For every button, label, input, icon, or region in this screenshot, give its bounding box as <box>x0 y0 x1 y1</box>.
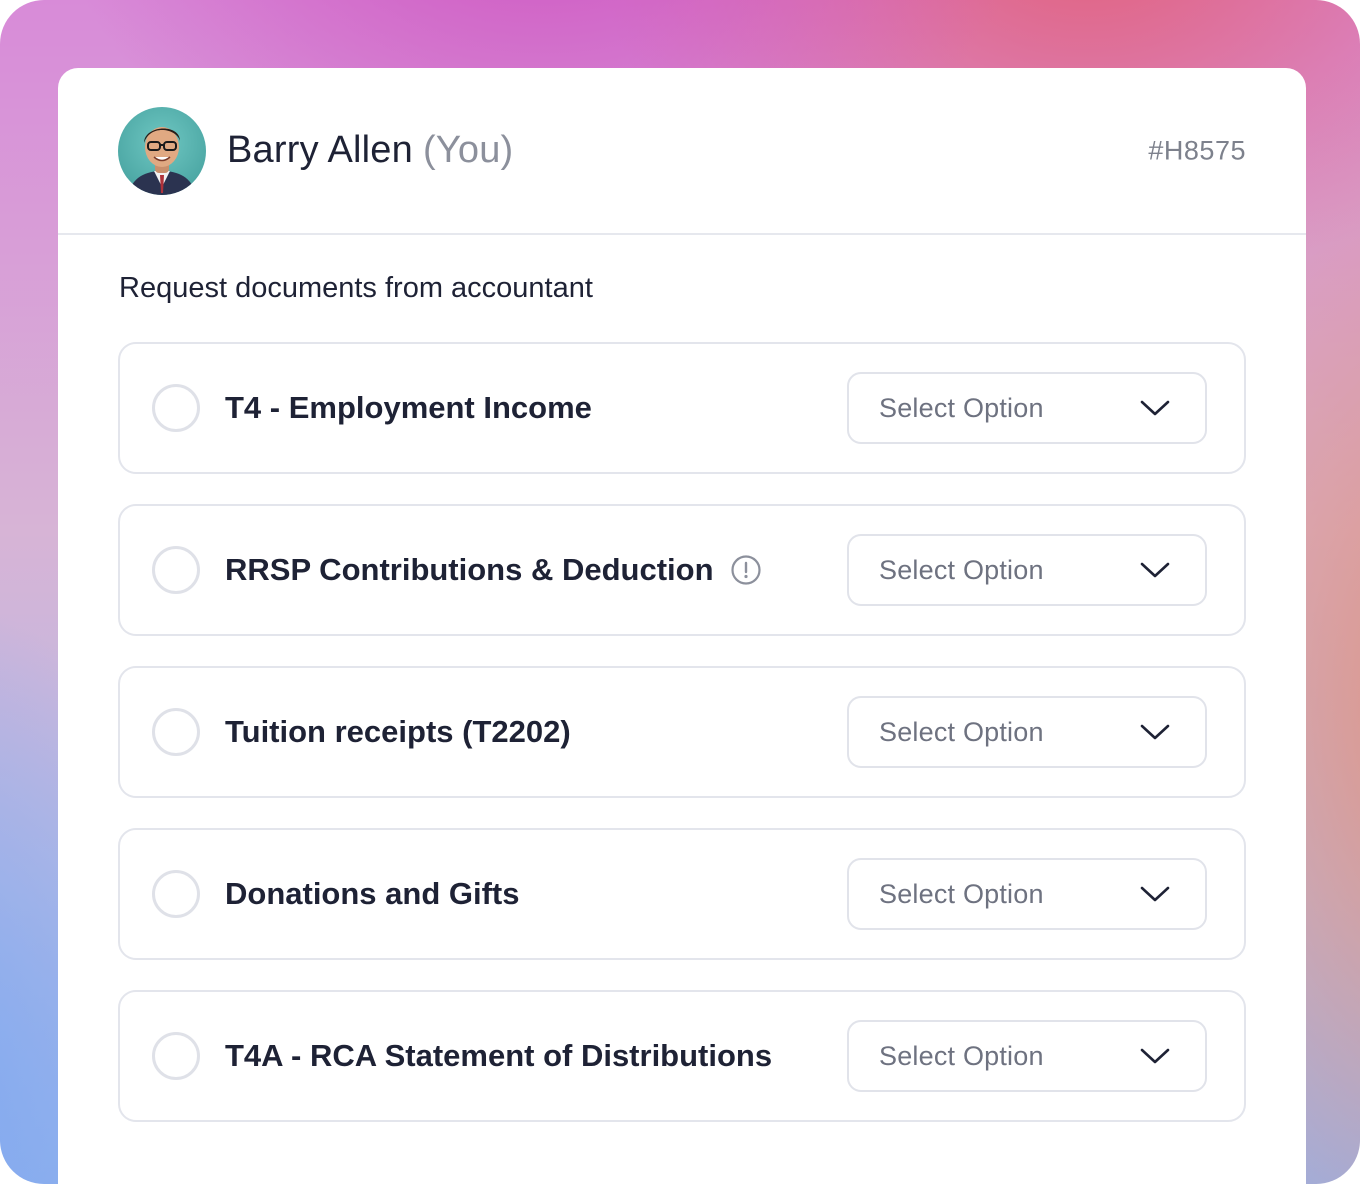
document-label-text: T4A - RCA Statement of Distributions <box>225 1038 773 1073</box>
document-checkbox[interactable] <box>152 384 200 432</box>
document-label-text: Donations and Gifts <box>225 876 520 911</box>
info-circle-icon[interactable] <box>730 554 762 586</box>
section-title: Request documents from accountant <box>119 272 593 304</box>
document-label: T4A - RCA Statement of Distributions <box>225 1038 772 1074</box>
option-select[interactable]: Select Option <box>847 372 1207 444</box>
chevron-down-icon <box>1139 560 1171 580</box>
chevron-down-icon <box>1139 1046 1171 1066</box>
document-row: T4 - Employment Income Select Option <box>118 342 1246 474</box>
document-row: Donations and Gifts Select Option <box>118 828 1246 960</box>
you-label: (You) <box>422 129 514 171</box>
select-placeholder: Select Option <box>879 392 1044 423</box>
chevron-down-icon <box>1139 722 1171 742</box>
document-label-text: RRSP Contributions & Deduction <box>225 552 714 587</box>
select-placeholder: Select Option <box>879 878 1044 909</box>
document-label-text: Tuition receipts (T2202) <box>225 714 571 749</box>
document-list: T4 - Employment Income Select Option RRS… <box>118 342 1246 1152</box>
option-select[interactable]: Select Option <box>847 1020 1207 1092</box>
select-placeholder: Select Option <box>879 716 1044 747</box>
document-row: Tuition receipts (T2202) Select Option <box>118 666 1246 798</box>
user-name-text: Barry Allen <box>227 129 413 171</box>
document-label: T4 - Employment Income <box>225 390 592 426</box>
option-select[interactable]: Select Option <box>847 696 1207 768</box>
gradient-background: Barry Allen (You) #H8575 Request document… <box>0 0 1360 1184</box>
document-label: Donations and Gifts <box>225 876 520 912</box>
chevron-down-icon <box>1139 884 1171 904</box>
document-checkbox[interactable] <box>152 1032 200 1080</box>
document-row: T4A - RCA Statement of Distributions Sel… <box>118 990 1246 1122</box>
document-checkbox[interactable] <box>152 870 200 918</box>
document-checkbox[interactable] <box>152 546 200 594</box>
document-row: RRSP Contributions & Deduction Select Op… <box>118 504 1246 636</box>
avatar <box>118 106 206 195</box>
avatar-portrait <box>128 126 196 195</box>
document-label-text: T4 - Employment Income <box>225 390 592 425</box>
ticket-id: #H8575 <box>1148 135 1246 165</box>
select-placeholder: Select Option <box>879 1040 1044 1071</box>
document-label: Tuition receipts (T2202) <box>225 714 571 750</box>
chevron-down-icon <box>1139 398 1171 418</box>
option-select[interactable]: Select Option <box>847 858 1207 930</box>
document-request-card: Barry Allen (You) #H8575 Request document… <box>58 68 1306 1184</box>
option-select[interactable]: Select Option <box>847 534 1207 606</box>
card-header: Barry Allen (You) #H8575 <box>58 68 1306 235</box>
user-name: Barry Allen (You) <box>227 129 513 172</box>
document-label: RRSP Contributions & Deduction <box>225 552 762 588</box>
select-placeholder: Select Option <box>879 554 1044 585</box>
document-checkbox[interactable] <box>152 708 200 756</box>
